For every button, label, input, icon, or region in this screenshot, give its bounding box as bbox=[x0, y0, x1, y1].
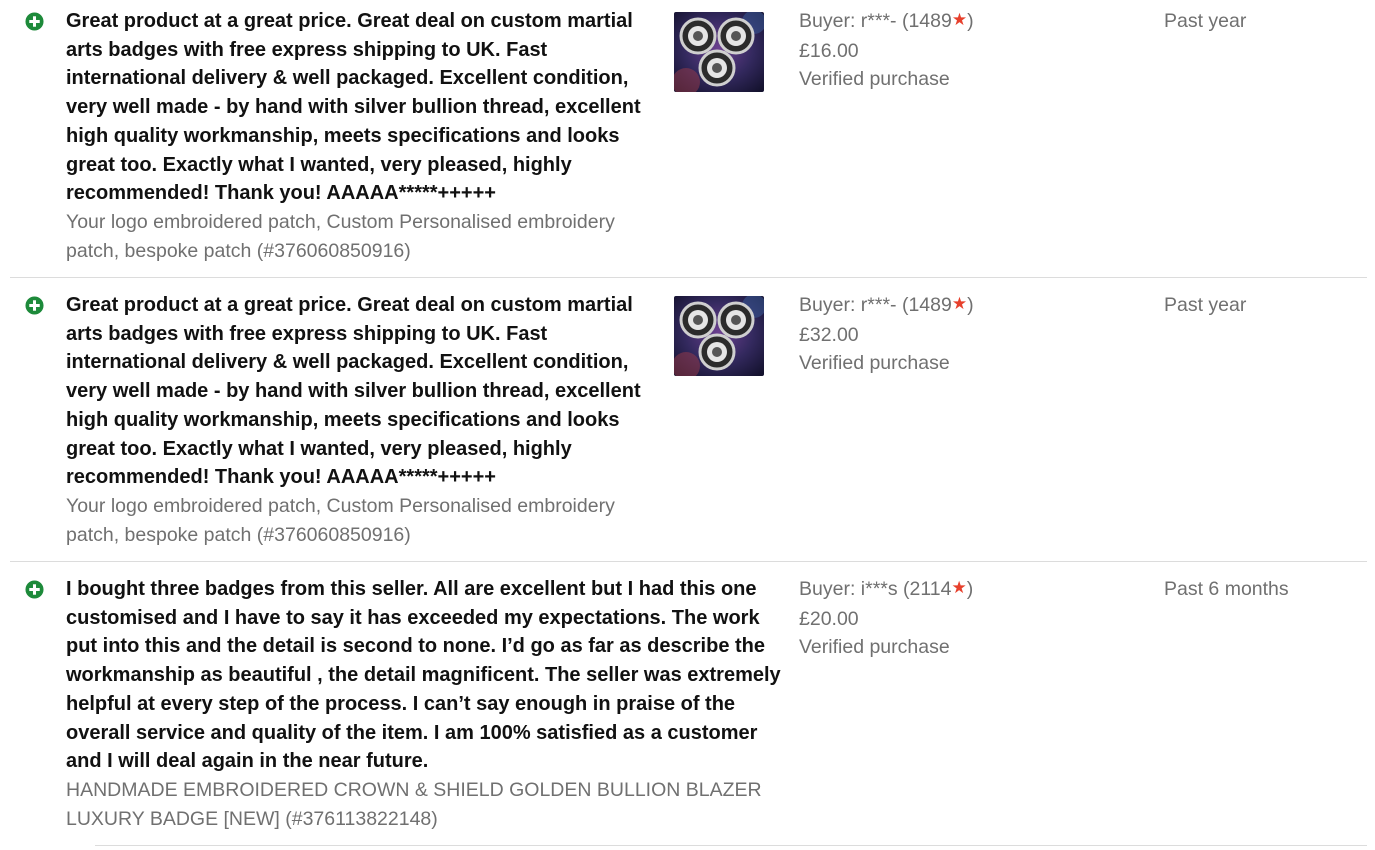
feedback-comment: I bought three badges from this seller. … bbox=[66, 578, 781, 773]
buyer-name[interactable]: Buyer: r***- (1489 bbox=[799, 10, 952, 32]
buyer-line: Buyer: r***- (1489★) bbox=[799, 7, 974, 37]
buyer-line: Buyer: r***- (1489★) bbox=[799, 291, 974, 321]
plus-circle-icon bbox=[25, 580, 44, 599]
item-price: £16.00 bbox=[799, 39, 859, 62]
plus-circle-icon bbox=[25, 296, 44, 315]
feedback-comment-block: Great product at a great price. Great de… bbox=[66, 7, 656, 265]
verified-purchase-label: Verified purchase bbox=[799, 352, 950, 375]
star-icon: ★ bbox=[951, 578, 967, 597]
item-thumbnail[interactable] bbox=[674, 296, 764, 376]
feedback-comment: Great product at a great price. Great de… bbox=[66, 10, 641, 205]
feedback-comment-block: I bought three badges from this seller. … bbox=[66, 575, 791, 833]
buyer-name-close: ) bbox=[967, 294, 974, 316]
item-title-link[interactable]: Your logo embroidered patch, Custom Pers… bbox=[66, 208, 656, 265]
item-price: £20.00 bbox=[799, 607, 859, 630]
feedback-comment-block: Great product at a great price. Great de… bbox=[66, 291, 656, 549]
feedback-row: I bought three badges from this seller. … bbox=[0, 568, 1375, 850]
item-price: £32.00 bbox=[799, 323, 859, 346]
buyer-line: Buyer: i***s (2114★) bbox=[799, 575, 973, 605]
buyer-info: Buyer: r***- (1489★) £16.00 Verified pur… bbox=[799, 7, 974, 94]
buyer-name-close: ) bbox=[966, 578, 974, 600]
row-divider bbox=[95, 845, 1367, 846]
star-icon: ★ bbox=[951, 294, 968, 313]
buyer-info: Buyer: i***s (2114★) £20.00 Verified pur… bbox=[799, 575, 973, 662]
star-icon: ★ bbox=[951, 10, 968, 29]
buyer-name-close: ) bbox=[967, 10, 974, 32]
feedback-row: Great product at a great price. Great de… bbox=[0, 284, 1375, 561]
verified-purchase-label: Verified purchase bbox=[799, 68, 950, 91]
buyer-name[interactable]: Buyer: r***- (1489 bbox=[799, 294, 952, 316]
buyer-info: Buyer: r***- (1489★) £32.00 Verified pur… bbox=[799, 291, 974, 378]
row-divider bbox=[10, 561, 1367, 562]
feedback-period: Past 6 months bbox=[1164, 578, 1289, 600]
feedback-comment: Great product at a great price. Great de… bbox=[66, 294, 641, 489]
item-title-link[interactable]: Your logo embroidered patch, Custom Pers… bbox=[66, 492, 656, 549]
feedback-period: Past year bbox=[1164, 10, 1247, 32]
feedback-period: Past year bbox=[1164, 294, 1247, 316]
plus-circle-icon bbox=[25, 12, 44, 31]
buyer-name[interactable]: Buyer: i***s (2114 bbox=[799, 578, 951, 600]
item-thumbnail[interactable] bbox=[674, 12, 764, 92]
feedback-row: Great product at a great price. Great de… bbox=[0, 0, 1375, 277]
row-divider bbox=[10, 277, 1367, 278]
item-title-link[interactable]: HANDMADE EMBROIDERED CROWN & SHIELD GOLD… bbox=[66, 776, 791, 833]
verified-purchase-label: Verified purchase bbox=[799, 636, 950, 659]
